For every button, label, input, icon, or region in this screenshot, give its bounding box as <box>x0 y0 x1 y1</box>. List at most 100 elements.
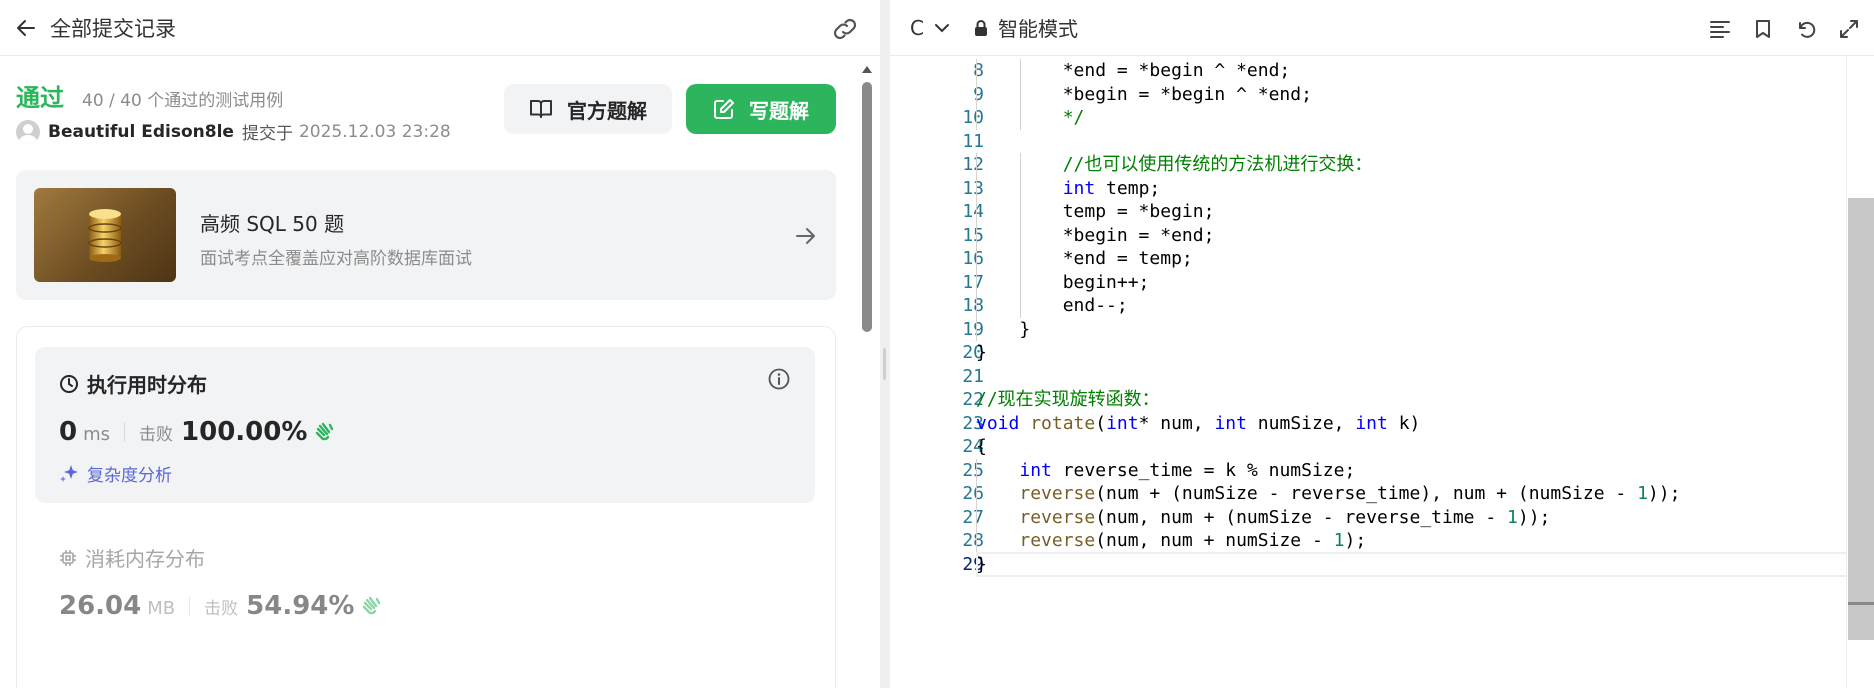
undo-icon[interactable] <box>1795 18 1817 40</box>
complexity-analysis-label: 复杂度分析 <box>87 466 172 486</box>
code-text: *begin = *begin ^ *end; <box>976 83 1312 105</box>
info-icon[interactable] <box>767 367 791 391</box>
arrow-left-icon[interactable] <box>16 18 36 38</box>
code-line[interactable]: 18 end--; <box>890 294 1850 318</box>
code-line[interactable]: 22//现在实现旋转函数： <box>890 388 1850 412</box>
runtime-beat-percent: 100.00% <box>181 417 308 447</box>
runtime-beat-label: 击败 <box>139 425 174 445</box>
code-line[interactable]: 15 *begin = *end; <box>890 223 1850 247</box>
memory-heading[interactable]: 消耗内存分布 <box>59 543 205 572</box>
line-number: 15 <box>962 224 984 246</box>
line-number: 23 <box>962 412 984 434</box>
memory-value: 26.04 <box>59 591 142 621</box>
code-line[interactable]: 21 <box>890 365 1850 389</box>
divider <box>124 422 126 442</box>
code-panel: C 智能模式 8 *end = *begin ^ *end; 9 *begin =… <box>890 0 1874 688</box>
code-text: void rotate(int* num, int numSize, int k… <box>976 412 1421 434</box>
database-icon <box>88 209 122 262</box>
mode-indicator[interactable]: 智能模式 <box>974 13 1078 42</box>
line-number: 10 <box>962 107 984 128</box>
code-line[interactable]: 10 */ <box>890 106 1850 130</box>
link-icon[interactable] <box>832 18 858 40</box>
memory-beat-label: 击败 <box>204 599 239 619</box>
code-line[interactable]: 19 } <box>890 317 1850 341</box>
submission-header: 全部提交记录 <box>0 0 880 56</box>
code-text: temp = *begin; <box>976 201 1215 222</box>
line-number: 29 <box>962 553 984 575</box>
line-number: 12 <box>962 154 984 175</box>
language-selector[interactable]: C <box>910 16 950 40</box>
code-line[interactable]: 14 temp = *begin; <box>890 200 1850 224</box>
code-line[interactable]: 28 reverse(num, num + numSize - 1); <box>890 529 1850 553</box>
arrow-right-icon <box>794 224 818 248</box>
current-line-highlight <box>976 551 1850 577</box>
code-line[interactable]: 27 reverse(num, num + (numSize - reverse… <box>890 505 1850 529</box>
lock-icon <box>974 19 987 36</box>
code-line[interactable]: 25 int reverse_time = k % numSize; <box>890 458 1850 482</box>
expand-icon[interactable] <box>1838 18 1860 40</box>
code-text: *end = *begin ^ *end; <box>976 60 1291 81</box>
code-text: reverse(num + (numSize - reverse_time), … <box>1019 483 1681 504</box>
format-icon[interactable] <box>1709 18 1731 40</box>
left-scrollbar-thumb[interactable] <box>862 82 872 332</box>
editor-toolbar: C 智能模式 <box>890 0 1874 56</box>
write-solution-button[interactable]: 写题解 <box>686 84 836 134</box>
sparkle-icon <box>60 464 78 482</box>
code-line[interactable]: 16 *end = temp; <box>890 247 1850 271</box>
chevron-down-icon <box>934 23 949 32</box>
submitter-row: Beautiful Edison8le 提交于 2025.12.03 23:28 <box>16 119 451 144</box>
code-line[interactable]: 17 begin++; <box>890 270 1850 294</box>
code-line[interactable]: 20} <box>890 341 1850 365</box>
editor-tools <box>1688 18 1860 40</box>
runtime-title: 执行用时分布 <box>87 373 207 397</box>
code-text: } <box>976 342 987 363</box>
code-line[interactable]: 8 *end = *begin ^ *end; <box>890 59 1850 83</box>
code-line[interactable]: 26 reverse(num + (numSize - reverse_time… <box>890 482 1850 506</box>
scroll-up-arrow[interactable] <box>862 66 872 73</box>
runtime-value: 0 <box>59 417 78 447</box>
code-editor[interactable]: 8 *end = *begin ^ *end; 9 *begin = *begin… <box>890 57 1874 688</box>
complexity-analysis-link[interactable]: 复杂度分析 <box>59 461 172 486</box>
code-line[interactable]: 24{ <box>890 435 1850 459</box>
splitter-grip[interactable] <box>883 348 886 380</box>
runtime-unit: ms <box>83 424 111 445</box>
panel-splitter[interactable] <box>880 0 890 688</box>
username[interactable]: Beautiful Edison8le <box>48 122 234 142</box>
avatar[interactable] <box>16 119 40 144</box>
code-text: { <box>976 436 987 457</box>
status-badge: 通过 <box>16 84 64 112</box>
line-number: 17 <box>962 271 984 293</box>
line-number: 8 <box>973 60 984 81</box>
line-number: 13 <box>962 177 984 199</box>
code-line[interactable]: 9 *begin = *begin ^ *end; <box>890 82 1850 106</box>
line-number: 25 <box>962 459 984 481</box>
study-plan-title: 高频 SQL 50 题 <box>200 212 345 236</box>
line-number: 18 <box>962 295 984 316</box>
line-number: 21 <box>962 365 984 387</box>
performance-section: 执行用时分布 0 ms 击败 100.00% 复杂度分析 消耗内存分布 26.0… <box>16 326 836 688</box>
memory-beat-percent: 54.94% <box>246 591 355 621</box>
bookmark-icon[interactable] <box>1752 18 1774 40</box>
code-text: *end = temp; <box>976 248 1193 269</box>
code-text: */ <box>1062 107 1085 128</box>
code-line[interactable]: 11 <box>890 130 1850 154</box>
runtime-metric: 0 ms 击败 100.00% <box>59 417 335 447</box>
study-plan-card[interactable]: 高频 SQL 50 题 面试考点全覆盖应对高阶数据库面试 <box>16 170 836 300</box>
code-text: reverse(num, num + (numSize - reverse_ti… <box>1019 506 1551 528</box>
official-solution-button[interactable]: 官方题解 <box>504 84 672 134</box>
code-text: int reverse_time = k % numSize; <box>1019 459 1356 481</box>
runtime-card[interactable]: 执行用时分布 0 ms 击败 100.00% 复杂度分析 <box>35 347 815 503</box>
code-line[interactable]: 13 int temp; <box>890 176 1850 200</box>
code-text: //也可以使用传统的方法机进行交换： <box>1062 154 1373 175</box>
submitted-time: 2025.12.03 23:28 <box>298 121 451 142</box>
study-plan-thumbnail <box>34 188 176 282</box>
book-icon <box>530 100 552 118</box>
code-line[interactable]: 12 //也可以使用传统的方法机进行交换： <box>890 153 1850 177</box>
back-to-submissions-link[interactable]: 全部提交记录 <box>50 13 176 43</box>
line-number: 19 <box>962 318 984 340</box>
chip-icon <box>60 549 76 566</box>
memory-title: 消耗内存分布 <box>85 547 205 571</box>
editor-scrollbar-thumb[interactable] <box>1848 198 1874 640</box>
code-line[interactable]: 23 void rotate(int* num, int numSize, int… <box>890 412 1850 436</box>
edit-icon <box>714 99 734 119</box>
